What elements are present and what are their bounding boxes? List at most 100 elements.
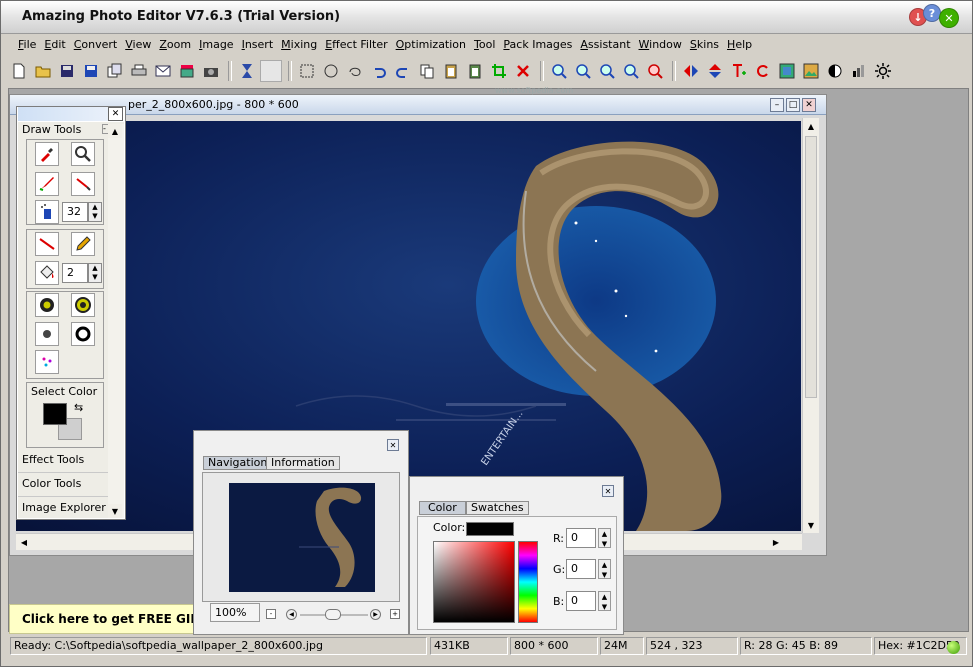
zoom-slider-left-icon[interactable]: ◀ bbox=[286, 609, 297, 620]
pencil-icon[interactable] bbox=[71, 232, 95, 256]
scroll-down-icon[interactable]: ▼ bbox=[803, 517, 819, 533]
menu-assistant[interactable]: Assistant bbox=[576, 37, 634, 55]
new-file-icon[interactable] bbox=[8, 60, 30, 82]
picture-icon[interactable] bbox=[800, 60, 822, 82]
undo-icon[interactable] bbox=[368, 60, 390, 82]
line-icon[interactable] bbox=[35, 232, 59, 256]
green-input[interactable]: 0 bbox=[566, 559, 596, 579]
menu-window[interactable]: Window bbox=[635, 37, 686, 55]
navigator-thumbnail[interactable] bbox=[229, 483, 375, 592]
menu-file[interactable]: File bbox=[14, 37, 40, 55]
effect-tools-label[interactable]: Effect Tools bbox=[22, 453, 84, 466]
blank-button[interactable] bbox=[260, 60, 282, 82]
red-input[interactable]: 0 bbox=[566, 528, 596, 548]
tab-swatches[interactable]: Swatches bbox=[466, 501, 529, 515]
blue-spinner[interactable]: ▲ ▼ bbox=[598, 591, 611, 611]
fill-bucket-icon[interactable] bbox=[35, 261, 59, 285]
menu-mixing[interactable]: Mixing bbox=[277, 37, 321, 55]
paint-brush-icon[interactable] bbox=[35, 172, 59, 196]
menu-skins[interactable]: Skins bbox=[686, 37, 723, 55]
magnifier-icon[interactable] bbox=[71, 142, 95, 166]
doc-maximize-icon[interactable]: □ bbox=[786, 98, 800, 112]
navigation-close-icon[interactable]: ✕ bbox=[387, 439, 399, 451]
color-tools-label[interactable]: Color Tools bbox=[22, 477, 81, 490]
rect-select-icon[interactable] bbox=[296, 60, 318, 82]
text-icon[interactable] bbox=[728, 60, 750, 82]
blue-input[interactable]: 0 bbox=[566, 591, 596, 611]
doc-minimize-icon[interactable]: – bbox=[770, 98, 784, 112]
tools-close-icon[interactable]: ✕ bbox=[108, 107, 123, 121]
batch-icon[interactable] bbox=[104, 60, 126, 82]
menu-optimization[interactable]: Optimization bbox=[392, 37, 470, 55]
tab-information[interactable]: Information bbox=[266, 456, 340, 470]
open-folder-icon[interactable] bbox=[32, 60, 54, 82]
hourglass-icon[interactable] bbox=[236, 60, 258, 82]
redo-icon[interactable] bbox=[392, 60, 414, 82]
menu-insert[interactable]: Insert bbox=[238, 37, 278, 55]
brush-size-spinner[interactable]: ▲ ▼ bbox=[88, 202, 102, 222]
circle-outline-icon[interactable] bbox=[71, 322, 95, 346]
zoom-plus-icon[interactable]: + bbox=[390, 609, 400, 619]
zoom-out-icon[interactable] bbox=[548, 60, 570, 82]
vertical-scrollbar[interactable]: ▲ ▼ bbox=[802, 118, 819, 533]
scroll-left-icon[interactable]: ◀ bbox=[16, 534, 32, 550]
email-icon[interactable] bbox=[152, 60, 174, 82]
line-width-input[interactable]: 2 bbox=[62, 263, 88, 283]
tools-scroll-down-icon[interactable]: ▼ bbox=[108, 504, 122, 518]
image-explorer-label[interactable]: Image Explorer bbox=[22, 501, 106, 514]
target-shape-icon[interactable] bbox=[71, 293, 95, 317]
zoom-slider-thumb[interactable] bbox=[325, 609, 341, 620]
eyedropper-icon[interactable] bbox=[35, 142, 59, 166]
menu-help[interactable]: Help bbox=[723, 37, 756, 55]
brightness-icon[interactable] bbox=[872, 60, 894, 82]
zoom-full-icon[interactable] bbox=[644, 60, 666, 82]
menu-convert[interactable]: Convert bbox=[70, 37, 122, 55]
menu-effect-filter[interactable]: Effect Filter bbox=[321, 37, 391, 55]
flip-horizontal-icon[interactable] bbox=[680, 60, 702, 82]
menu-image[interactable]: Image bbox=[195, 37, 237, 55]
hue-slider[interactable] bbox=[518, 541, 538, 623]
rotate-icon[interactable] bbox=[752, 60, 774, 82]
swap-colors-icon[interactable]: ⇆ bbox=[74, 401, 83, 414]
print-preview-icon[interactable] bbox=[176, 60, 198, 82]
save-icon[interactable] bbox=[56, 60, 78, 82]
paste-icon[interactable] bbox=[440, 60, 462, 82]
zoom-actual-icon[interactable] bbox=[620, 60, 642, 82]
camera-icon[interactable] bbox=[200, 60, 222, 82]
airbrush-icon[interactable] bbox=[71, 172, 95, 196]
green-spinner[interactable]: ▲ ▼ bbox=[598, 559, 611, 579]
tools-panel-header[interactable] bbox=[18, 107, 108, 121]
color-panel-close-icon[interactable]: ✕ bbox=[602, 485, 614, 497]
frame-icon[interactable] bbox=[776, 60, 798, 82]
menu-tool[interactable]: Tool bbox=[470, 37, 499, 55]
tab-color[interactable]: Color bbox=[419, 501, 466, 515]
lasso-icon[interactable] bbox=[344, 60, 366, 82]
vertical-scroll-thumb[interactable] bbox=[805, 136, 817, 398]
levels-icon[interactable] bbox=[848, 60, 870, 82]
crop-icon[interactable] bbox=[488, 60, 510, 82]
tools-scroll-up-icon[interactable]: ▲ bbox=[108, 124, 122, 138]
ellipse-select-icon[interactable] bbox=[320, 60, 342, 82]
paste-new-icon[interactable] bbox=[464, 60, 486, 82]
dot-shape-icon[interactable] bbox=[35, 322, 59, 346]
copy-icon[interactable] bbox=[416, 60, 438, 82]
gift-banner-text[interactable]: Click here to get FREE GIFT ! bbox=[22, 612, 216, 626]
menu-pack-images[interactable]: Pack Images bbox=[499, 37, 576, 55]
brush-size-input[interactable]: 32 bbox=[62, 202, 88, 222]
contrast-icon[interactable] bbox=[824, 60, 846, 82]
zoom-fit-icon[interactable] bbox=[572, 60, 594, 82]
scroll-right-icon[interactable]: ▶ bbox=[768, 534, 784, 550]
print-icon[interactable] bbox=[128, 60, 150, 82]
foreground-color-swatch[interactable] bbox=[43, 403, 67, 425]
flip-vertical-icon[interactable] bbox=[704, 60, 726, 82]
scroll-up-icon[interactable]: ▲ bbox=[803, 118, 819, 134]
zoom-in-icon[interactable] bbox=[596, 60, 618, 82]
tools-scrollbar[interactable]: ▲ ▼ bbox=[108, 124, 124, 518]
close-icon[interactable]: ✕ bbox=[939, 8, 959, 28]
line-width-spinner[interactable]: ▲ ▼ bbox=[88, 263, 102, 283]
save-as-icon[interactable] bbox=[80, 60, 102, 82]
tab-navigation[interactable]: Navigation bbox=[203, 456, 273, 470]
menu-zoom[interactable]: Zoom bbox=[155, 37, 195, 55]
red-spinner[interactable]: ▲ ▼ bbox=[598, 528, 611, 548]
spray-icon[interactable] bbox=[35, 200, 59, 224]
